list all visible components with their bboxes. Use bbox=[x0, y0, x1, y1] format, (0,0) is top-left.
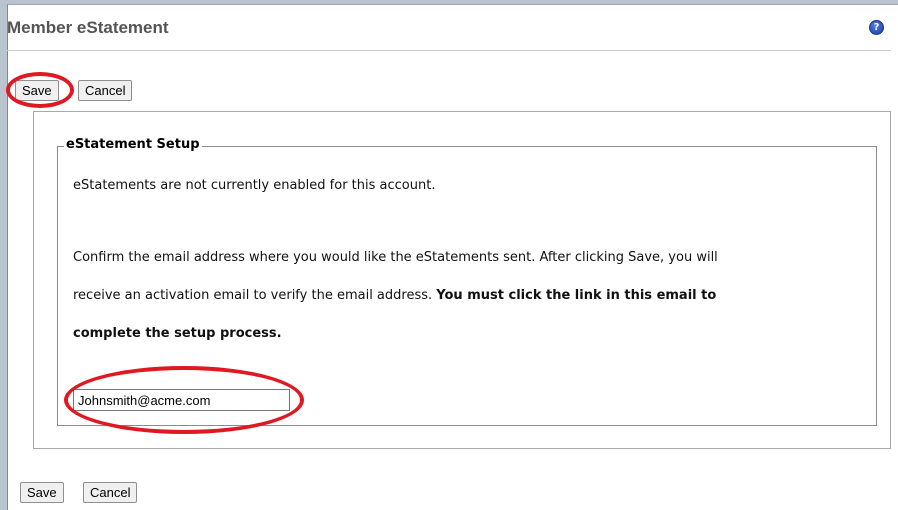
cancel-button-top[interactable]: Cancel bbox=[78, 80, 133, 101]
instruction-line-2: receive an activation email to verify th… bbox=[73, 288, 716, 303]
title-divider bbox=[7, 50, 891, 51]
help-icon[interactable]: ? bbox=[869, 20, 884, 35]
instruction-line-2-text: receive an activation email to verify th… bbox=[73, 288, 437, 303]
fieldset-legend: eStatement Setup bbox=[64, 137, 202, 152]
status-text: eStatements are not currently enabled fo… bbox=[73, 178, 436, 193]
instruction-emphasis-end: complete the setup process. bbox=[73, 326, 282, 341]
save-button-bottom[interactable]: Save bbox=[20, 482, 64, 503]
instruction-line-1: Confirm the email address where you woul… bbox=[73, 250, 718, 265]
instruction-line-3: complete the setup process. bbox=[73, 326, 282, 341]
instruction-emphasis: You must click the link in this email to bbox=[436, 288, 717, 303]
save-button-top[interactable]: Save bbox=[15, 80, 59, 101]
email-input[interactable] bbox=[73, 389, 290, 411]
dialog-title: Member eStatement bbox=[7, 18, 169, 37]
cancel-button-bottom[interactable]: Cancel bbox=[83, 482, 138, 503]
